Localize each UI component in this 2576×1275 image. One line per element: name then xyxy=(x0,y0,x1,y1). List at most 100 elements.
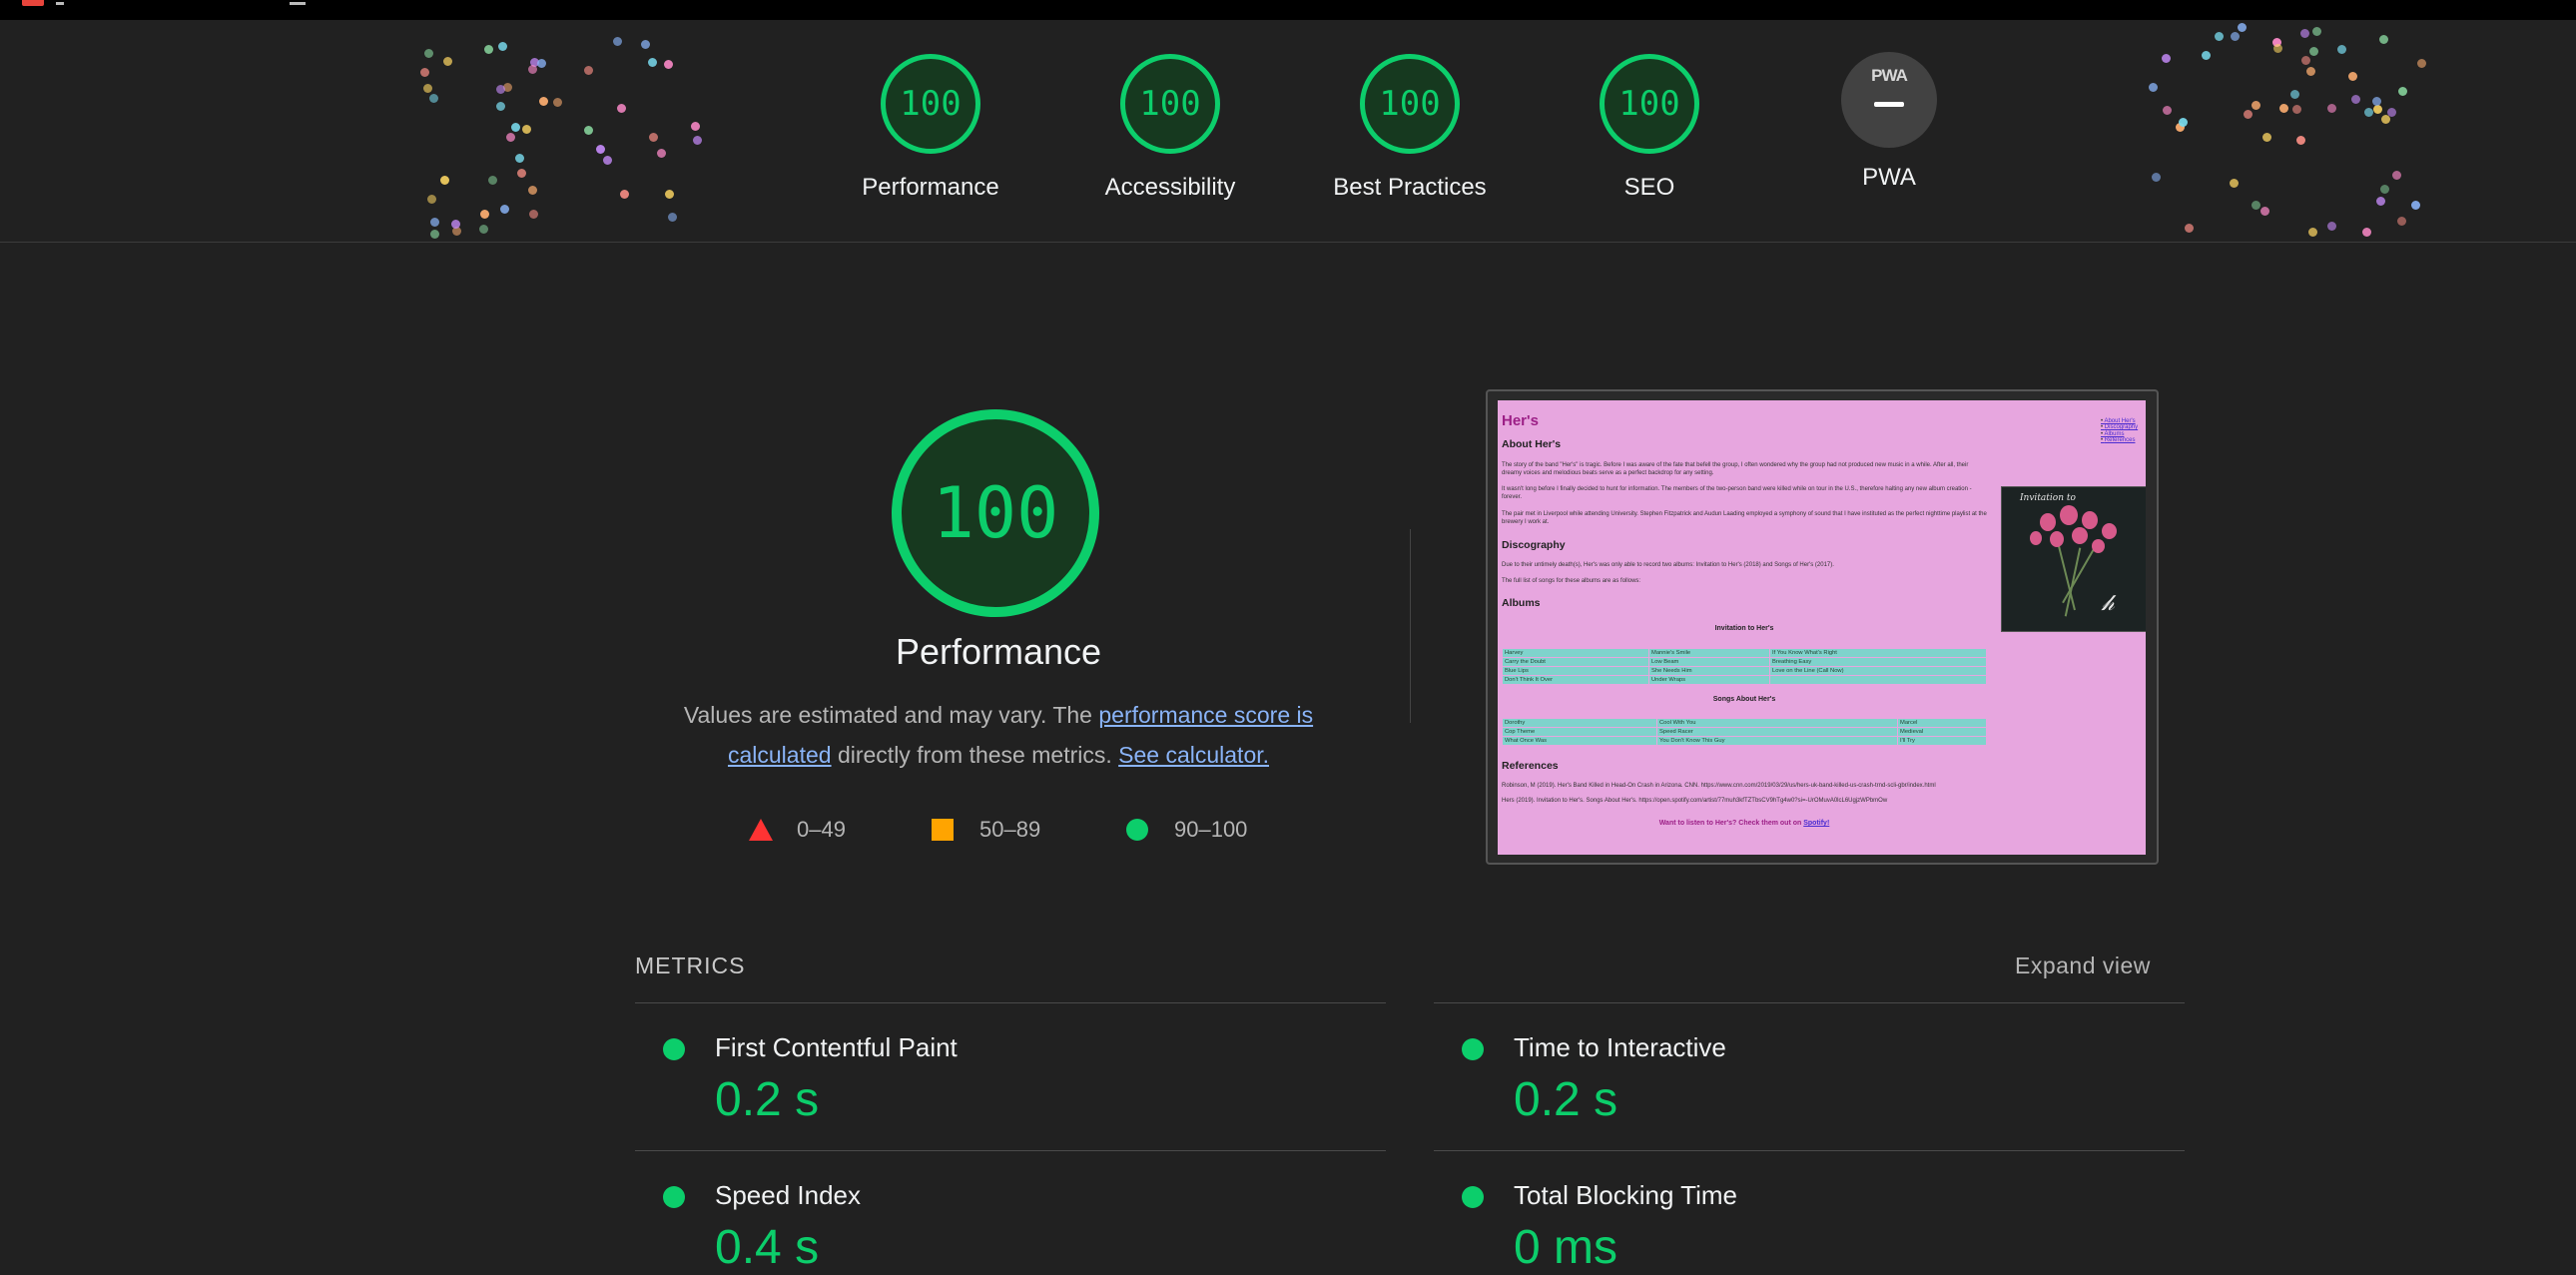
confetti-dot xyxy=(2279,104,2288,113)
shot-reference: Robinson, M (2019). Her's Band Killed in… xyxy=(1502,783,1936,789)
shot-paragraph: The pair met in Liverpool while attendin… xyxy=(1502,511,1987,525)
confetti-dot xyxy=(584,66,593,75)
confetti-dot xyxy=(496,85,505,94)
album-art-flower xyxy=(2072,527,2088,544)
table-row: Carry the Doubt Low Beam Breathing Easy xyxy=(1502,657,1987,667)
pass-circle-icon xyxy=(1126,819,1148,841)
confetti-dot xyxy=(506,133,515,142)
album-art-script: Invitation to xyxy=(2020,493,2076,503)
confetti-dot xyxy=(529,210,538,219)
table-cell: Cop Theme xyxy=(1502,727,1657,737)
main-gauge-ring: 100 xyxy=(892,409,1099,617)
shot-paragraph: It wasn't long before I finally decided … xyxy=(1502,486,1972,500)
gauge-accessibility[interactable]: 100 Accessibility xyxy=(1050,54,1290,202)
gauge-seo[interactable]: 100 SEO xyxy=(1530,54,1769,202)
gauge-performance[interactable]: 100 Performance xyxy=(811,54,1050,202)
gauge-pwa[interactable]: PWA PWA xyxy=(1769,52,2009,192)
confetti-dot xyxy=(517,169,526,178)
table-cell: Low Beam xyxy=(1648,657,1770,667)
album2-table: Dorothy Cool With You Marcel Cop Theme S… xyxy=(1502,718,1987,746)
table-cell: You Don't Know This Guy xyxy=(1656,736,1898,746)
metric-first-contentful-paint[interactable]: First Contentful Paint 0.2 s xyxy=(635,1024,1386,1148)
table-row: Dorothy Cool With You Marcel xyxy=(1502,718,1987,728)
confetti-dot xyxy=(2185,224,2194,233)
confetti-dot xyxy=(657,149,666,158)
confetti-dot xyxy=(2238,23,2247,32)
confetti-dot xyxy=(537,59,546,68)
confetti-dot xyxy=(528,186,537,195)
confetti-right xyxy=(2147,20,2446,242)
confetti-dot xyxy=(2373,105,2382,114)
gauge-ring: 100 xyxy=(1600,54,1699,154)
gauge-best-practices[interactable]: 100 Best Practices xyxy=(1290,54,1530,202)
table-cell: Medieval xyxy=(1897,727,1987,737)
confetti-dot xyxy=(451,220,460,229)
gauge-label: SEO xyxy=(1623,174,1675,201)
confetti-dot xyxy=(2149,83,2158,92)
gauge-ring: 100 xyxy=(1360,54,1460,154)
desc-text: directly from these metrics. xyxy=(831,742,1119,768)
confetti-dot xyxy=(2351,95,2360,104)
legend-pass: 90–100 xyxy=(1126,817,1247,843)
confetti-dot xyxy=(2397,217,2406,226)
pwa-dash-icon xyxy=(1874,102,1904,107)
album-art-flower xyxy=(2082,511,2098,529)
shot-reference: Hers (2019). Invitation to Her's. Songs … xyxy=(1502,798,1888,804)
main-gauge-score: 100 xyxy=(932,472,1059,554)
shot-site-title: Her's xyxy=(1502,412,1539,429)
final-screenshot[interactable]: Her's About Her's Discography Albums Ref… xyxy=(1486,389,2159,865)
confetti-dot xyxy=(2337,45,2346,54)
score-header: 100 Performance 100 Accessibility 100 Be… xyxy=(0,20,2576,243)
album-art-flower xyxy=(2050,531,2064,547)
confetti-dot xyxy=(596,145,605,154)
album-art-flower xyxy=(2060,505,2078,525)
confetti-dot xyxy=(668,213,677,222)
confetti-dot xyxy=(2364,108,2373,117)
metric-time-to-interactive[interactable]: Time to Interactive 0.2 s xyxy=(1434,1024,2185,1148)
table-row: Cop Theme Speed Racer Medieval xyxy=(1502,727,1987,737)
see-calculator-link[interactable]: See calculator. xyxy=(1118,742,1269,768)
confetti-dot xyxy=(484,45,493,54)
confetti-dot xyxy=(479,225,488,234)
shot-listen-text: Want to listen to Her's? Check them out … xyxy=(1658,820,1804,827)
gauge-score: 100 xyxy=(900,84,962,124)
confetti-dot xyxy=(584,126,593,135)
table-cell: I'll Try xyxy=(1897,736,1987,746)
confetti-dot xyxy=(693,136,702,145)
shot-heading: Discography xyxy=(1502,539,1566,551)
gauge-ring: 100 xyxy=(881,54,980,154)
confetti-dot xyxy=(429,94,438,103)
table-row: Don't Think It Over Under Wraps xyxy=(1502,675,1987,685)
gauge-score: 100 xyxy=(1139,84,1201,124)
confetti-dot xyxy=(427,195,436,204)
table-cell: Speed Racer xyxy=(1656,727,1898,737)
metric-speed-index[interactable]: Speed Index 0.4 s xyxy=(635,1172,1386,1274)
confetti-dot xyxy=(2292,105,2301,114)
confetti-dot xyxy=(2392,171,2401,180)
table-cell: Dorothy xyxy=(1502,718,1657,728)
metric-name: Time to Interactive xyxy=(1514,1032,1726,1062)
confetti-dot xyxy=(2309,47,2318,56)
pass-circle-icon xyxy=(663,1038,685,1060)
confetti-dot xyxy=(2163,106,2172,115)
metric-total-blocking-time[interactable]: Total Blocking Time 0 ms xyxy=(1434,1172,2185,1274)
shot-nav-item: References xyxy=(2101,437,2138,443)
gauge-ring: 100 xyxy=(1120,54,1220,154)
expand-view-toggle[interactable]: Expand view xyxy=(2015,953,2151,979)
shot-heading: About Her's xyxy=(1502,438,1562,450)
table-cell: Don't Think It Over xyxy=(1502,675,1649,685)
metric-name: Speed Index xyxy=(715,1180,862,1210)
confetti-dot xyxy=(613,37,622,46)
metrics-divider xyxy=(1434,1002,2185,1003)
legend-pass-label: 90–100 xyxy=(1174,817,1248,842)
table-cell: If You Know What's Right xyxy=(1769,648,1987,658)
table-cell: Carry the Doubt xyxy=(1502,657,1649,667)
confetti-dot xyxy=(522,125,531,134)
confetti-dot xyxy=(2152,173,2161,182)
confetti-dot xyxy=(2231,32,2240,41)
album1-title: Invitation to Her's xyxy=(1714,625,1774,632)
legend-fail: 0–49 xyxy=(749,817,846,843)
album1-table: Harvey Mannie's Smile If You Know What's… xyxy=(1502,648,1987,685)
confetti-dot xyxy=(649,133,658,142)
gauge-label: PWA xyxy=(1862,164,1916,191)
